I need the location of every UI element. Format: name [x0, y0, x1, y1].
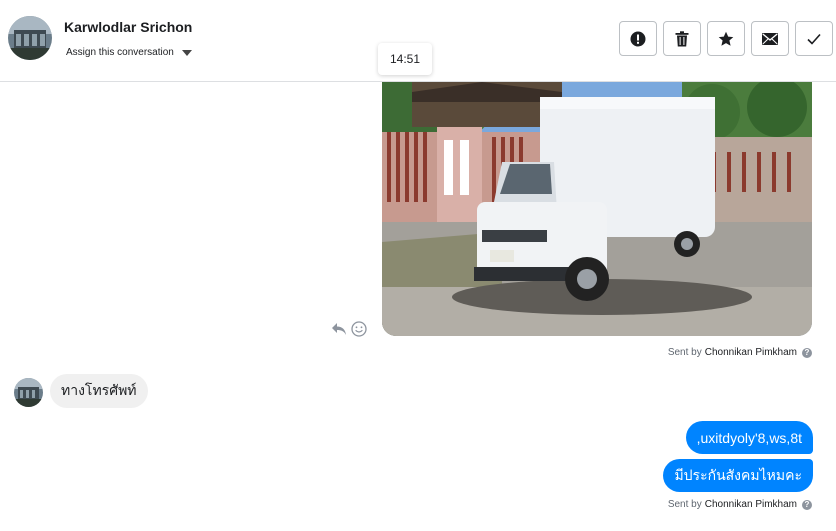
contact-name[interactable]: Karwlodlar Srichon	[64, 19, 192, 35]
delete-button[interactable]	[663, 21, 701, 56]
envelope-icon	[762, 32, 778, 45]
star-icon	[718, 31, 734, 46]
assign-conversation-dropdown[interactable]: Assign this conversation	[66, 47, 192, 58]
caret-down-icon	[181, 49, 192, 56]
help-icon[interactable]: ?	[802, 499, 812, 510]
outgoing-message-bubble[interactable]: ,uxitdyoly'8,ws,8t	[685, 421, 813, 454]
mark-spam-button[interactable]	[619, 21, 657, 56]
emoji-icon[interactable]	[351, 321, 367, 337]
trash-icon	[675, 30, 689, 46]
sent-by-prefix: Sent by	[667, 347, 702, 358]
timestamp-tooltip: 14:51	[378, 43, 432, 75]
header-actions	[619, 21, 833, 56]
exclamation-circle-icon	[630, 31, 646, 46]
outgoing-message-bubble[interactable]: มีประกันสังคมไหมคะ	[663, 459, 813, 492]
reply-icon[interactable]	[331, 321, 347, 337]
mark-unread-button[interactable]	[751, 21, 789, 56]
contact-avatar-small[interactable]	[14, 378, 43, 407]
sent-by-prefix: Sent by	[667, 499, 702, 510]
help-icon[interactable]: ?	[802, 347, 812, 358]
assign-label: Assign this conversation	[66, 47, 174, 58]
sent-by-label: Sent by Chonnikan Pimkham ?	[668, 347, 812, 358]
sent-by-name[interactable]: Chonnikan Pimkham	[705, 499, 797, 510]
sent-by-name[interactable]: Chonnikan Pimkham	[705, 347, 797, 358]
incoming-message-bubble[interactable]: ทางโทรศัพท์	[50, 374, 148, 408]
checkmark-icon	[807, 33, 821, 45]
sent-image[interactable]	[382, 82, 812, 336]
star-button[interactable]	[707, 21, 745, 56]
message-tools	[331, 321, 367, 337]
mark-done-button[interactable]	[795, 21, 833, 56]
contact-avatar[interactable]	[8, 16, 52, 60]
sent-by-label: Sent by Chonnikan Pimkham ?	[668, 499, 812, 510]
